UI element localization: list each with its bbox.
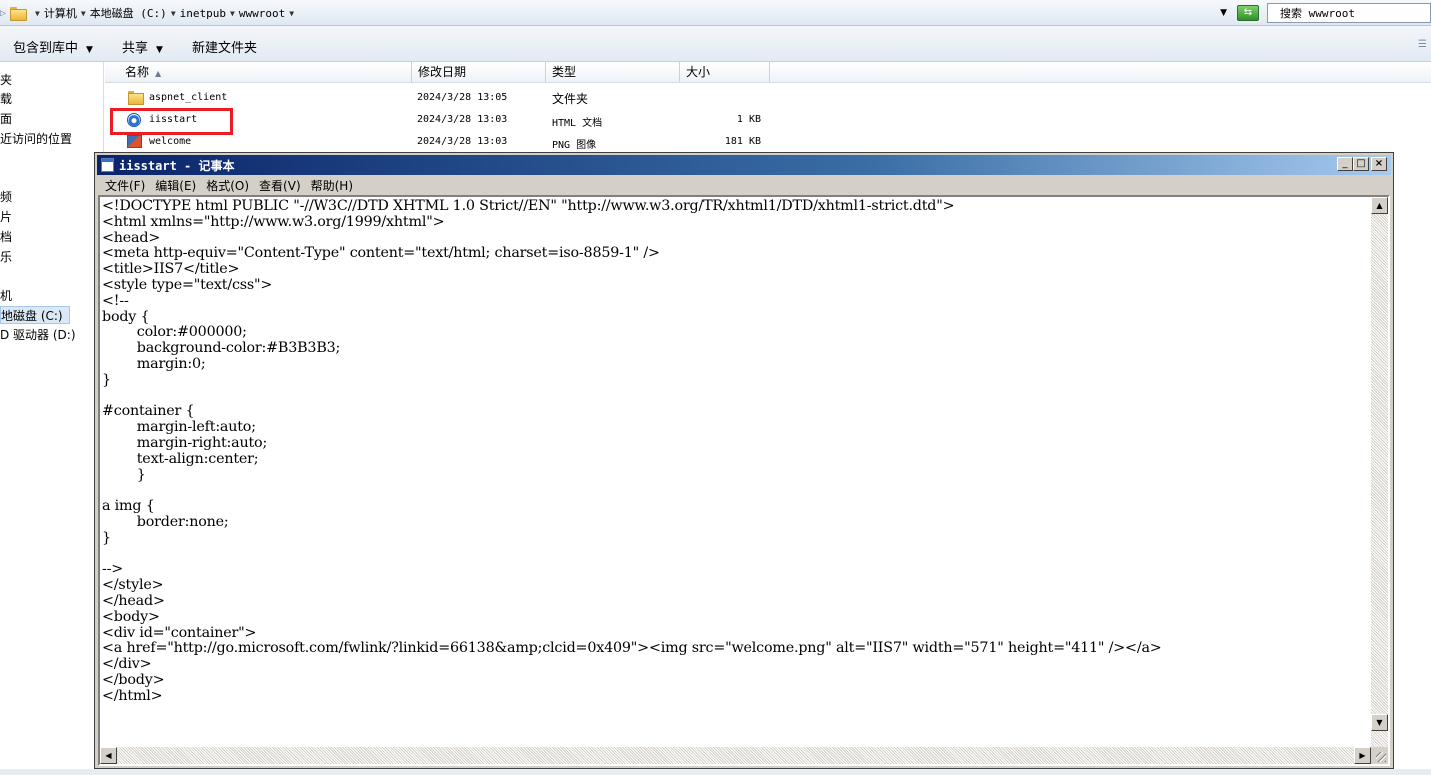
nav-item-music[interactable]: 乐 bbox=[0, 248, 12, 266]
breadcrumb-wwwroot[interactable]: wwwroot bbox=[239, 7, 285, 20]
text-content-area[interactable]: <!DOCTYPE html PUBLIC "-//W3C//DTD XHTML… bbox=[102, 199, 1368, 747]
file-date: 2024/3/28 13:03 bbox=[417, 136, 508, 147]
chevron-down-icon: ▼ bbox=[86, 45, 93, 55]
refresh-button[interactable]: ⇆ bbox=[1237, 5, 1259, 21]
file-type: PNG 图像 bbox=[552, 140, 597, 151]
nav-item-dvd-drive-d[interactable]: D 驱动器 (D:) bbox=[0, 326, 76, 344]
window-title: iisstart - 记事本 bbox=[119, 159, 235, 173]
new-folder-label: 新建文件夹 bbox=[192, 41, 258, 56]
nav-item-videos[interactable]: 频 bbox=[0, 188, 12, 206]
share-button[interactable]: 共享 ▼ bbox=[122, 37, 163, 56]
document-text[interactable]: <!DOCTYPE html PUBLIC "-//W3C//DTD XHTML… bbox=[102, 199, 1368, 705]
scroll-down-icon[interactable]: ▼ bbox=[1371, 714, 1388, 731]
column-header-date[interactable]: 修改日期 bbox=[412, 62, 546, 82]
file-size: 181 KB bbox=[724, 136, 761, 147]
nav-item-downloads[interactable]: 载 bbox=[0, 90, 12, 108]
file-name: welcome bbox=[149, 136, 192, 147]
close-button[interactable]: × bbox=[1371, 157, 1387, 171]
scroll-right-icon[interactable]: ▶ bbox=[1354, 747, 1371, 764]
sort-ascending-icon: ▲ bbox=[155, 69, 162, 78]
search-input[interactable]: 搜索 wwwroot bbox=[1267, 3, 1431, 23]
resize-grip-icon[interactable] bbox=[1371, 747, 1388, 764]
column-header-row: 名称 ▲ 修改日期 类型 大小 bbox=[105, 62, 1431, 83]
menu-help[interactable]: 帮助(H) bbox=[311, 177, 353, 194]
menu-bar: 文件(F) 编辑(E) 格式(O) 查看(V) 帮助(H) bbox=[97, 176, 1391, 194]
include-in-library-button[interactable]: 包含到库中 ▼ bbox=[13, 37, 93, 56]
folder-icon bbox=[10, 6, 28, 21]
notepad-title-bar[interactable]: iisstart - 记事本 _ □ × bbox=[97, 155, 1391, 175]
column-header-type[interactable]: 类型 bbox=[546, 62, 680, 82]
scroll-left-icon[interactable]: ◀ bbox=[100, 747, 117, 764]
history-dropdown-icon[interactable]: ▼ bbox=[1220, 8, 1227, 18]
menu-file[interactable]: 文件(F) bbox=[105, 177, 145, 194]
file-row[interactable]: welcome 2024/3/28 13:03 PNG 图像 181 KB bbox=[105, 133, 805, 153]
file-date: 2024/3/28 13:03 bbox=[417, 114, 508, 125]
search-placeholder: 搜索 wwwroot bbox=[1280, 7, 1355, 20]
maximize-button[interactable]: □ bbox=[1353, 157, 1369, 171]
column-header-name[interactable]: 名称 ▲ bbox=[105, 62, 412, 82]
menu-view[interactable]: 查看(V) bbox=[259, 177, 301, 194]
nav-item-desktop[interactable]: 面 bbox=[0, 110, 12, 128]
minimize-button[interactable]: _ bbox=[1337, 157, 1353, 171]
chevron-down-icon: ▼ bbox=[156, 45, 163, 55]
new-folder-button[interactable]: 新建文件夹 bbox=[192, 37, 257, 56]
text-editor-area[interactable]: <!DOCTYPE html PUBLIC "-//W3C//DTD XHTML… bbox=[98, 195, 1390, 766]
status-bar-edge bbox=[0, 769, 1431, 775]
highlight-annotation-box bbox=[110, 108, 233, 135]
chevron-down-icon[interactable]: ▼ bbox=[35, 9, 40, 18]
file-name: aspnet_client bbox=[149, 92, 228, 103]
navigation-pane: 夹 载 面 近访问的位置 频 片 档 乐 机 地磁盘 (C:) D 驱动器 (D… bbox=[0, 62, 104, 775]
file-date: 2024/3/28 13:05 bbox=[417, 92, 508, 103]
view-options-icon[interactable]: ☰ bbox=[1418, 39, 1427, 50]
nav-item-local-disk-c[interactable]: 地磁盘 (C:) bbox=[0, 306, 70, 324]
notepad-icon bbox=[101, 158, 114, 172]
address-controls: ▼ ⇆ 搜索 wwwroot bbox=[1220, 3, 1431, 23]
breadcrumb-inetpub[interactable]: inetpub bbox=[180, 7, 226, 20]
nav-item-recent-places[interactable]: 近访问的位置 bbox=[0, 130, 72, 148]
breadcrumb-local-disk[interactable]: 本地磁盘 (C:) bbox=[90, 5, 167, 21]
file-row[interactable]: aspnet_client 2024/3/28 13:05 文件夹 bbox=[105, 89, 805, 109]
file-size: 1 KB bbox=[736, 114, 761, 125]
breadcrumb[interactable]: ▷ ▼ 计算机 ▼ 本地磁盘 (C:) ▼ inetpub ▼ wwwroot … bbox=[0, 4, 298, 22]
file-type: 文件夹 bbox=[552, 92, 589, 106]
menu-edit[interactable]: 编辑(E) bbox=[155, 177, 196, 194]
scroll-up-icon[interactable]: ▲ bbox=[1371, 197, 1388, 214]
nav-item-computer[interactable]: 机 bbox=[0, 287, 12, 305]
chevron-down-icon[interactable]: ▼ bbox=[81, 9, 86, 18]
share-label: 共享 bbox=[122, 41, 149, 56]
nav-item-documents[interactable]: 档 bbox=[0, 228, 12, 246]
nav-item-favorites-folder[interactable]: 夹 bbox=[0, 71, 12, 89]
horizontal-scrollbar[interactable]: ◀ ▶ bbox=[100, 747, 1371, 764]
command-bar: 包含到库中 ▼ 共享 ▼ 新建文件夹 ☰ bbox=[0, 26, 1431, 62]
chevron-down-icon[interactable]: ▼ bbox=[230, 9, 235, 18]
include-in-library-label: 包含到库中 bbox=[13, 41, 79, 56]
address-bar: ▷ ▼ 计算机 ▼ 本地磁盘 (C:) ▼ inetpub ▼ wwwroot … bbox=[0, 0, 1431, 26]
png-image-icon bbox=[127, 135, 142, 148]
window-controls: _ □ × bbox=[1337, 157, 1387, 171]
column-header-size[interactable]: 大小 bbox=[680, 62, 770, 82]
chevron-down-icon[interactable]: ▼ bbox=[289, 9, 294, 18]
breadcrumb-computer[interactable]: 计算机 bbox=[44, 5, 77, 21]
nav-item-pictures[interactable]: 片 bbox=[0, 208, 12, 226]
back-arrow-icon[interactable]: ▷ bbox=[0, 8, 6, 19]
notepad-window: iisstart - 记事本 _ □ × 文件(F) 编辑(E) 格式(O) 查… bbox=[94, 152, 1394, 769]
chevron-down-icon[interactable]: ▼ bbox=[171, 9, 176, 18]
file-type: HTML 文档 bbox=[552, 118, 603, 129]
folder-icon bbox=[127, 90, 144, 105]
vertical-scrollbar[interactable]: ▲ ▼ bbox=[1371, 197, 1388, 748]
menu-format[interactable]: 格式(O) bbox=[206, 177, 249, 194]
file-list: 名称 ▲ 修改日期 类型 大小 aspnet_client 2024/3/28 1… bbox=[105, 62, 1431, 162]
column-header-name-label: 名称 bbox=[125, 65, 150, 79]
